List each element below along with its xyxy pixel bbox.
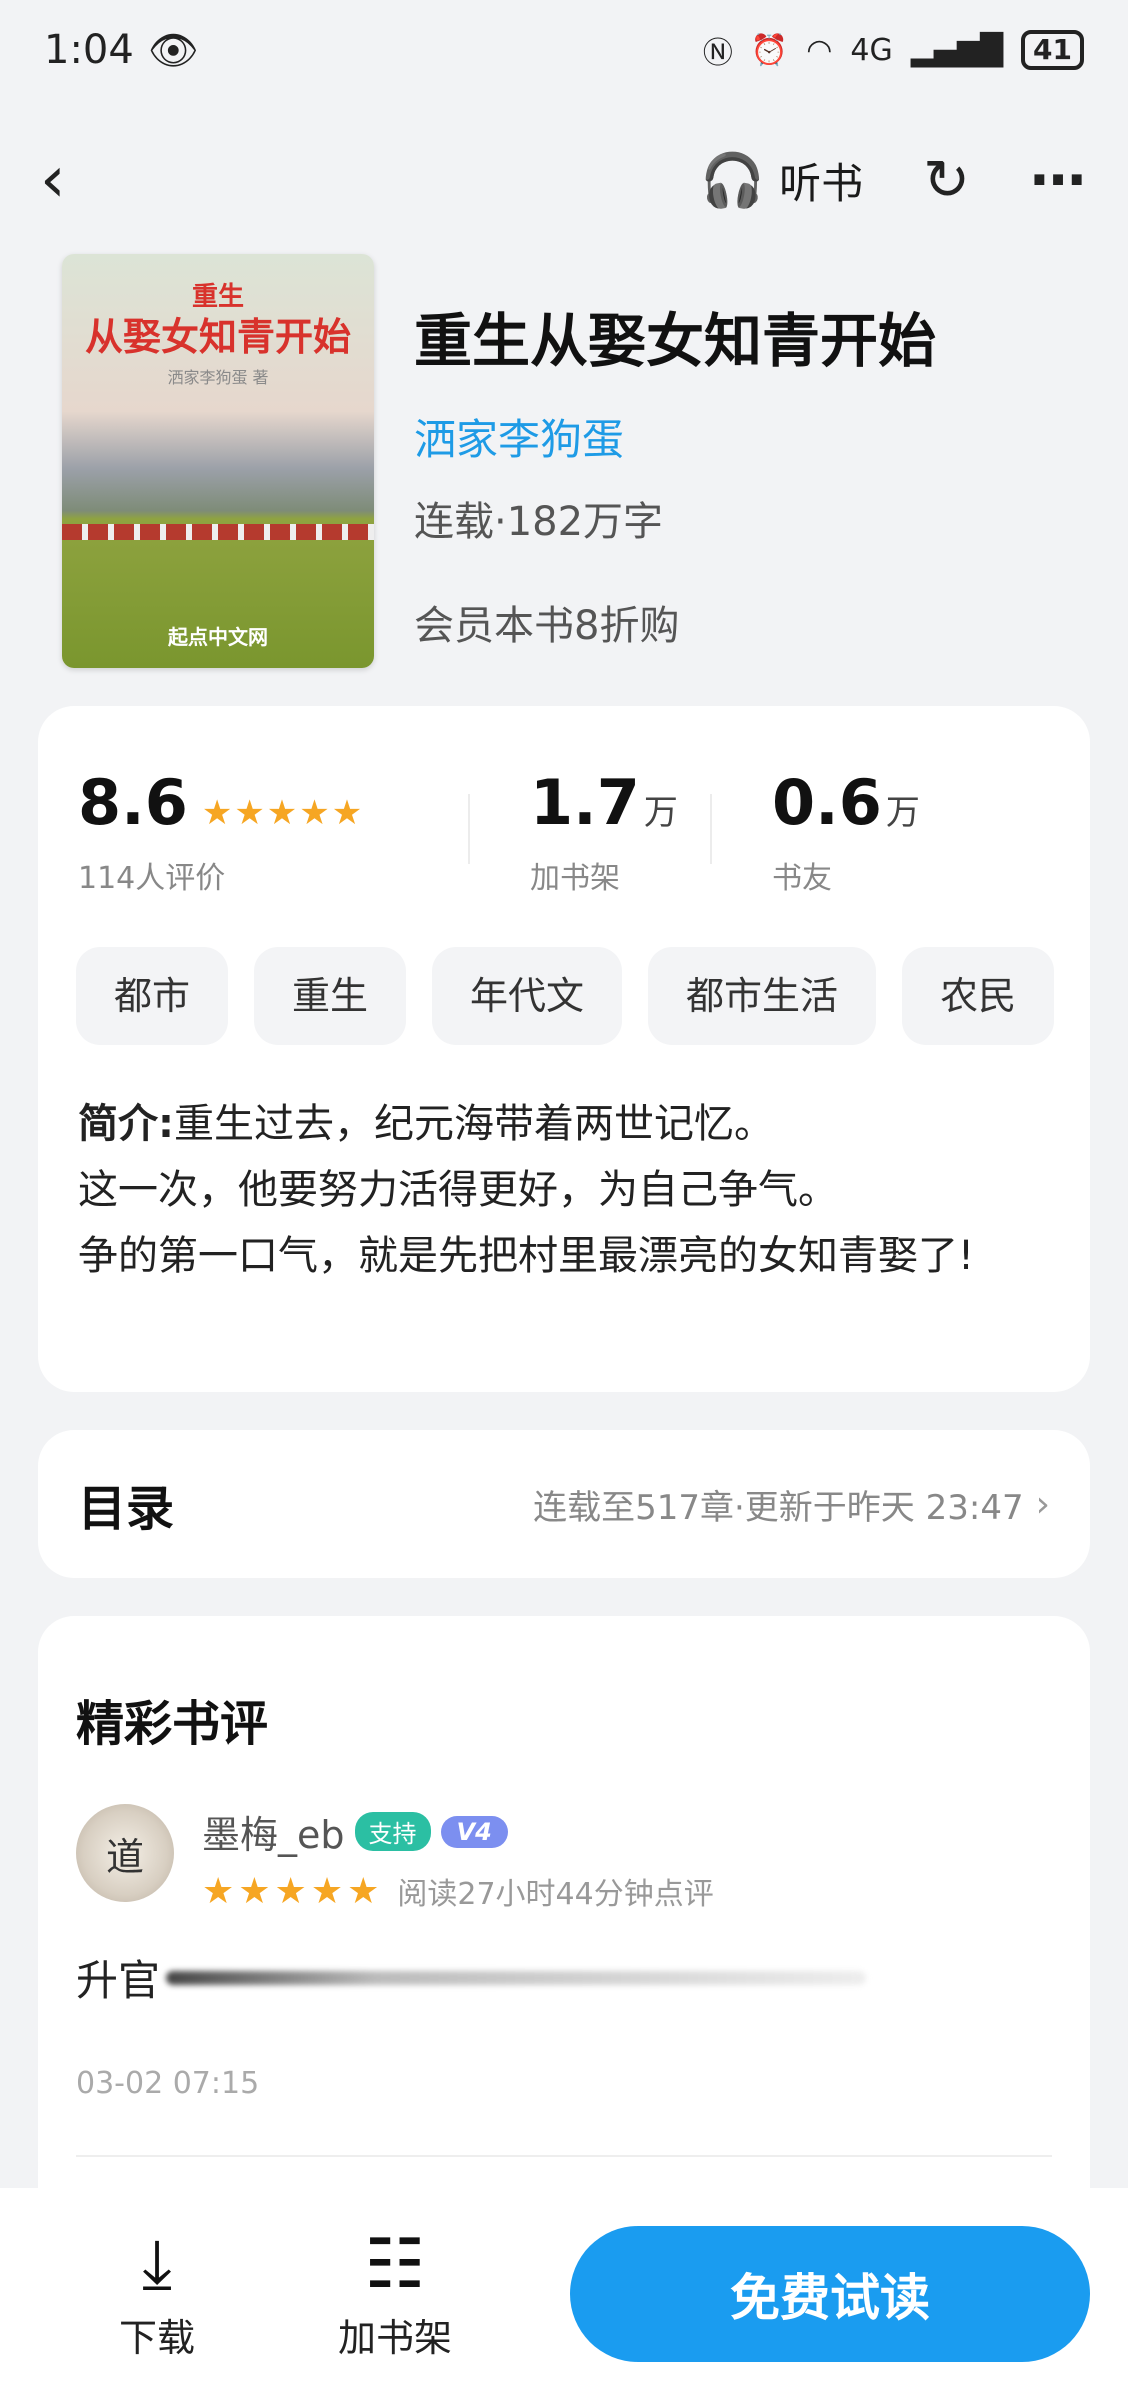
battery-icon: 41 bbox=[1021, 30, 1084, 70]
shelf-label: 加书架 bbox=[530, 861, 620, 896]
tag-item[interactable]: 都市 bbox=[76, 947, 229, 1045]
book-author-link[interactable]: 洒家李狗蛋 bbox=[414, 406, 936, 467]
chevron-right-icon: › bbox=[1035, 1483, 1050, 1525]
download-label: 下载 bbox=[118, 2315, 195, 2360]
add-shelf-button[interactable]: ☷ 加书架 bbox=[276, 2224, 514, 2362]
intro-line: 争的第一口气，就是先把村里最漂亮的女知青娶了! bbox=[78, 1233, 975, 1279]
wifi-icon: ◠ bbox=[806, 32, 833, 68]
cover-publisher-mark: 起点中文网 bbox=[168, 625, 268, 649]
bookshelf-add-icon: ☷ bbox=[364, 2224, 426, 2304]
rating-stars: ★★★★★ bbox=[201, 793, 365, 833]
more-icon[interactable]: ⋯ bbox=[1030, 148, 1088, 213]
top-nav: ‹ 🎧 听书 ↻ ⋯ bbox=[0, 130, 1128, 230]
review-read-time: 阅读27小时44分钟点评 bbox=[397, 1877, 714, 1912]
free-read-button[interactable]: 免费试读 bbox=[570, 2226, 1090, 2362]
reviewer-name[interactable]: 墨梅_eb bbox=[202, 1804, 345, 1859]
friends-unit: 万 bbox=[885, 793, 920, 833]
alarm-icon: ⏰ bbox=[750, 32, 789, 68]
tag-item[interactable]: 农民 bbox=[902, 947, 1055, 1045]
intro-line: 这一次，他要努力活得更好，为自己争气。 bbox=[78, 1167, 838, 1213]
review-text-blurred bbox=[166, 1970, 867, 1985]
book-title: 重生从娶女知青开始 bbox=[414, 307, 937, 375]
cover-title: 从娶女知青开始 bbox=[84, 315, 351, 359]
review-divider bbox=[76, 2155, 1052, 2157]
reviews-title: 精彩书评 bbox=[76, 1696, 269, 1752]
stat-divider bbox=[710, 794, 712, 864]
add-shelf-label: 加书架 bbox=[337, 2315, 452, 2360]
download-icon: ⤓ bbox=[141, 2224, 173, 2304]
tag-item[interactable]: 年代文 bbox=[432, 947, 623, 1045]
share-icon[interactable]: ↻ bbox=[923, 148, 970, 213]
review-date: 03-02 07:15 bbox=[76, 2066, 260, 2101]
stat-divider bbox=[468, 794, 470, 864]
cover-train bbox=[62, 524, 374, 540]
book-intro[interactable]: 简介:重生过去，纪元海带着两世记忆。 这一次，他要努力活得更好，为自己争气。 争… bbox=[38, 1045, 1090, 1289]
listen-button[interactable]: 🎧 听书 bbox=[700, 150, 863, 211]
shelf-value: 1.7 bbox=[530, 766, 640, 839]
review-stars: ★★★★★ bbox=[202, 1870, 384, 1912]
bottom-bar: ⤓ 下载 ☷ 加书架 免费试读 bbox=[0, 2188, 1128, 2400]
eye-icon: 👁 bbox=[147, 27, 199, 74]
cover-author: 洒家李狗蛋 著 bbox=[167, 368, 269, 387]
toc-update-info: 连载至517章·更新于昨天 23:47 bbox=[533, 1487, 1024, 1528]
rating-stat[interactable]: 8.6 ★★★★★ 114人评价 bbox=[78, 766, 468, 897]
tag-item[interactable]: 都市生活 bbox=[648, 947, 877, 1045]
avatar[interactable]: 道 bbox=[76, 1804, 174, 1902]
shelf-unit: 万 bbox=[643, 793, 678, 833]
book-cover[interactable]: 重生 从娶女知青开始 洒家李狗蛋 著 起点中文网 bbox=[62, 254, 374, 668]
network-label: 4G bbox=[850, 32, 893, 68]
stats-card: 8.6 ★★★★★ 114人评价 1.7 万 加书架 0.6 万 书友 都市 重… bbox=[38, 706, 1090, 1392]
rating-count: 114人评价 bbox=[78, 861, 226, 896]
rating-value: 8.6 bbox=[78, 766, 188, 839]
status-time: 1:04 bbox=[44, 27, 134, 73]
listen-label: 听书 bbox=[779, 158, 864, 208]
toc-title: 目录 bbox=[78, 1481, 175, 1537]
review-text[interactable]: 升官 bbox=[38, 1913, 1090, 2008]
download-button[interactable]: ⤓ 下载 bbox=[38, 2224, 276, 2362]
toc-row[interactable]: 目录 连载至517章·更新于昨天 23:47 › bbox=[38, 1430, 1090, 1578]
signal-icon: ▂▄▆█ bbox=[910, 32, 1004, 68]
back-icon[interactable]: ‹ bbox=[40, 143, 120, 217]
intro-label: 简介: bbox=[78, 1101, 174, 1147]
friends-value: 0.6 bbox=[772, 766, 882, 839]
headphones-icon: 🎧 bbox=[700, 150, 766, 211]
tag-item[interactable]: 重生 bbox=[254, 947, 407, 1045]
nfc-icon: Ⓝ bbox=[702, 36, 733, 71]
book-meta: 连载·182万字 bbox=[414, 499, 664, 545]
review-item[interactable]: 道 墨梅_eb 支持 V4 ★★★★★ 阅读27小时44分钟点评 bbox=[38, 1754, 1090, 1913]
member-promo: 会员本书8折购 bbox=[414, 603, 680, 649]
friends-stat[interactable]: 0.6 万 书友 bbox=[772, 766, 920, 897]
intro-line: 重生过去，纪元海带着两世记忆。 bbox=[174, 1101, 774, 1147]
friends-label: 书友 bbox=[772, 861, 832, 896]
avatar-text: 道 bbox=[105, 1834, 144, 1879]
review-text-visible: 升官 bbox=[76, 1956, 161, 2005]
support-badge: 支持 bbox=[354, 1812, 431, 1851]
level-badge: V4 bbox=[440, 1815, 508, 1848]
status-bar: 1:04 👁 Ⓝ ⏰ ◠ 4G ▂▄▆█ 41 bbox=[0, 0, 1128, 100]
book-header: 重生 从娶女知青开始 洒家李狗蛋 著 起点中文网 重生从娶女知青开始 洒家李狗蛋… bbox=[62, 254, 1066, 674]
shelf-stat: 1.7 万 加书架 bbox=[530, 766, 710, 897]
tag-list: 都市 重生 年代文 都市生活 农民 bbox=[38, 947, 1090, 1045]
